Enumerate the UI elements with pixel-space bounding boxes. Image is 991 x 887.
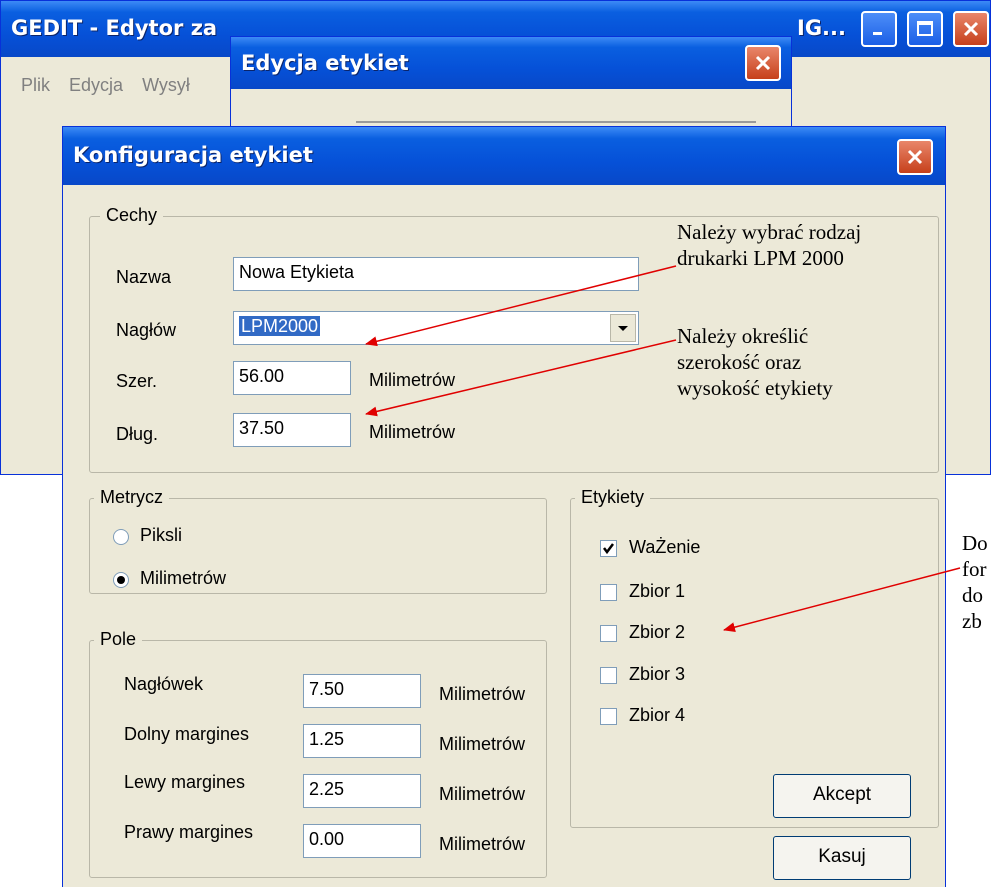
pole-label-bottom: Dolny margines: [124, 724, 250, 744]
minimize-button[interactable]: [861, 11, 897, 47]
close-icon: [963, 21, 979, 37]
main-window-title-right: IG...: [797, 16, 846, 40]
config-dialog-titlebar[interactable]: Konfiguracja etykiet: [63, 127, 945, 185]
close-icon: [907, 149, 923, 165]
accept-button[interactable]: Akcept: [773, 774, 911, 818]
width-input[interactable]: 56.00: [233, 361, 351, 395]
note-sets-line-4: zb: [962, 609, 982, 633]
pole-title: Pole: [94, 629, 143, 650]
header-label: Nagłów: [116, 320, 177, 340]
checkbox-zbior-1[interactable]: [600, 584, 617, 601]
menu-plik[interactable]: Plik: [21, 75, 50, 95]
note-printer-line-1: Należy wybrać rodzaj: [677, 220, 862, 244]
edit-close-button[interactable]: [745, 45, 781, 81]
radio-piksli[interactable]: [113, 529, 129, 545]
radio-piksli-label[interactable]: Piksli: [140, 525, 182, 546]
menu-bar: Plik Edycja Wysył: [21, 75, 190, 96]
pole-group: Pole Nagłówek 7.50 Milimetrów Dolny marg…: [89, 629, 547, 878]
note-sets: Do for do zb: [962, 530, 988, 634]
note-size-line-3: wysokość etykiety: [677, 376, 833, 400]
menu-wysyl[interactable]: Wysył: [142, 75, 190, 95]
config-close-button[interactable]: [897, 139, 933, 175]
radio-milimetrow-label[interactable]: Milimetrów: [140, 568, 226, 589]
maximize-button[interactable]: [907, 11, 943, 47]
pole-label-right: Prawy margines: [124, 822, 254, 842]
note-size-line-2: szerokość oraz: [677, 350, 802, 374]
length-label: Dług.: [116, 424, 159, 444]
checkbox-zbior-2-label[interactable]: Zbior 2: [629, 622, 685, 643]
metrycz-group: Metrycz Piksli Milimetrów: [89, 487, 547, 594]
checkmark-icon: [603, 543, 614, 555]
checkbox-zbior-4-label[interactable]: Zbior 4: [629, 705, 685, 726]
pole-input-left[interactable]: 2.25: [303, 774, 421, 808]
width-unit: Milimetrów: [369, 370, 456, 390]
checkbox-zbior-3[interactable]: [600, 667, 617, 684]
cancel-button[interactable]: Kasuj: [773, 836, 911, 880]
pole-input-header[interactable]: 7.50: [303, 674, 421, 708]
pole-unit-left: Milimetrów: [439, 784, 526, 804]
note-sets-line-3: do: [962, 583, 983, 607]
note-sets-line-1: Do: [962, 531, 988, 555]
note-size: Należy określić szerokość oraz wysokość …: [677, 323, 833, 401]
width-label: Szer.: [116, 371, 158, 391]
main-window-title: GEDIT - Edytor za: [11, 16, 218, 40]
close-icon: [755, 55, 771, 71]
note-printer: Należy wybrać rodzaj drukarki LPM 2000: [677, 219, 861, 271]
minimize-icon: [873, 32, 882, 35]
edit-labels-titlebar[interactable]: Edycja etykiet: [231, 37, 791, 89]
pole-input-bottom[interactable]: 1.25: [303, 724, 421, 758]
pole-label-left: Lewy margines: [124, 772, 246, 792]
note-size-line-1: Należy określić: [677, 324, 809, 348]
pole-unit-right: Milimetrów: [439, 834, 526, 854]
config-dialog-title: Konfiguracja etykiet: [73, 143, 313, 167]
name-input[interactable]: Nowa Etykieta: [233, 257, 639, 291]
checkbox-wazenie-label[interactable]: WaŻenie: [629, 537, 700, 558]
checkbox-wazenie[interactable]: [600, 540, 617, 557]
main-close-button[interactable]: [953, 11, 989, 47]
pole-input-right[interactable]: 0.00: [303, 824, 421, 858]
pole-unit-header: Milimetrów: [439, 684, 526, 704]
checkbox-zbior-1-label[interactable]: Zbior 1: [629, 581, 685, 602]
pole-unit-bottom: Milimetrów: [439, 734, 526, 754]
radio-milimetrow[interactable]: [113, 572, 129, 588]
radio-selected-dot: [117, 576, 125, 584]
header-combo[interactable]: LPM2000: [233, 311, 639, 345]
name-label: Nazwa: [116, 267, 172, 287]
header-combo-value: LPM2000: [239, 316, 321, 336]
checkbox-zbior-2[interactable]: [600, 625, 617, 642]
edit-labels-title: Edycja etykiet: [241, 51, 409, 75]
checkbox-zbior-3-label[interactable]: Zbior 3: [629, 664, 685, 685]
menu-edycja[interactable]: Edycja: [69, 75, 123, 95]
checkbox-zbior-4[interactable]: [600, 708, 617, 725]
maximize-icon: [917, 21, 933, 36]
note-printer-line-2: drukarki LPM 2000: [677, 246, 844, 270]
chevron-down-icon: [618, 326, 628, 331]
metrycz-title: Metrycz: [94, 487, 169, 508]
header-combo-dropdown[interactable]: [610, 314, 636, 342]
note-sets-line-2: for: [962, 557, 987, 581]
length-unit: Milimetrów: [369, 422, 456, 442]
pole-label-header: Nagłówek: [124, 674, 204, 694]
cechy-title: Cechy: [100, 205, 164, 226]
length-input[interactable]: 37.50: [233, 413, 351, 447]
etykiety-title: Etykiety: [575, 487, 651, 508]
